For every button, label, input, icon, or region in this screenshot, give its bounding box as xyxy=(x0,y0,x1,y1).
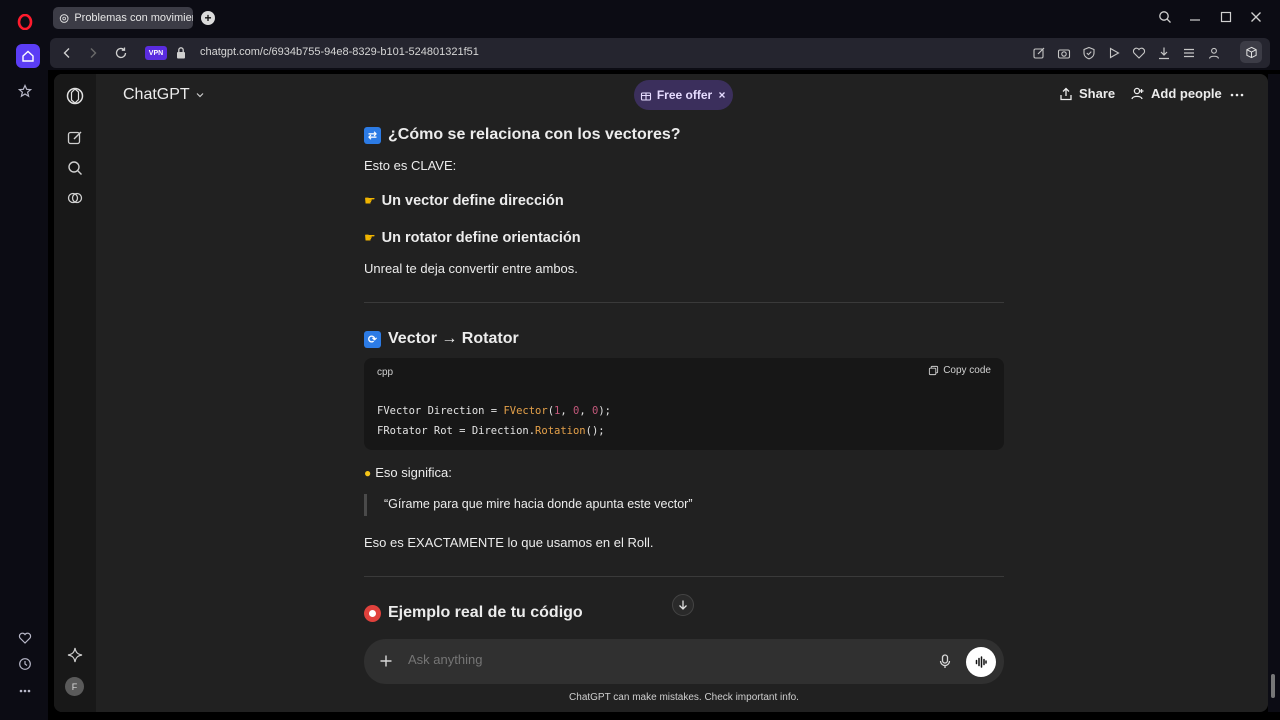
tab-title: Problemas con movimient xyxy=(74,12,193,24)
new-chat-icon[interactable] xyxy=(66,129,84,147)
more-icon[interactable] xyxy=(14,680,36,702)
close-window-icon[interactable] xyxy=(1249,10,1265,26)
quote-bar xyxy=(364,494,367,516)
copy-code-label: Copy code xyxy=(943,365,991,376)
bullet-rotator: ☛ Un rotator define orientación xyxy=(364,230,581,246)
opera-logo-icon[interactable] xyxy=(14,11,36,33)
disclaimer: ChatGPT can make mistakes. Check importa… xyxy=(569,692,799,703)
divider xyxy=(364,302,1004,303)
new-tab-button[interactable]: + xyxy=(201,11,215,25)
reload-icon[interactable] xyxy=(114,46,128,60)
copy-icon xyxy=(929,365,939,376)
copy-code-button[interactable]: Copy code xyxy=(928,365,991,376)
clave-text: Esto es CLAVE: xyxy=(364,158,457,173)
more-options-icon[interactable] xyxy=(1229,87,1245,103)
significa-text: Eso significa: xyxy=(375,465,452,480)
address-bar: VPN chatgpt.com/c/6934b755-94e8-8329-b10… xyxy=(48,36,1280,70)
bullet-rotator-text: Un rotator define orientación xyxy=(381,230,581,246)
heading-vectors-text: ¿Cómo se relaciona con los vectores? xyxy=(388,126,681,143)
prompt-input[interactable] xyxy=(408,652,888,667)
download-icon[interactable] xyxy=(1157,46,1171,60)
back-icon[interactable] xyxy=(60,46,74,60)
code-line-2: FRotator Rot = Direction.Rotation(); xyxy=(377,425,605,437)
chatgpt-favicon-icon xyxy=(59,13,69,23)
app-rail: F xyxy=(54,74,96,712)
add-person-icon xyxy=(1131,87,1144,100)
convert-text: Unreal te deja convertir entre ambos. xyxy=(364,261,578,276)
repeat-icon: ⇄ xyxy=(364,126,381,144)
pointing-hand-icon: ☛ xyxy=(364,193,376,208)
forward-icon[interactable] xyxy=(86,46,100,60)
browser-sidebar xyxy=(0,0,48,720)
chatgpt-page: F ChatGPT Free offer Share Add people ⇄ … xyxy=(54,74,1268,712)
gift-icon xyxy=(640,92,651,101)
heading-example-text: Ejemplo real de tu código xyxy=(388,604,583,621)
bullet-vector: ☛ Un vector define dirección xyxy=(364,193,564,209)
model-selector[interactable]: ChatGPT xyxy=(123,86,206,104)
significa-line: ● Eso significa: xyxy=(364,465,452,480)
chatgpt-logo-icon[interactable] xyxy=(65,86,85,106)
menu-lines-icon[interactable] xyxy=(1182,46,1196,60)
lock-icon[interactable] xyxy=(175,46,187,60)
scroll-down-button[interactable] xyxy=(672,594,694,616)
avatar[interactable]: F xyxy=(65,677,84,696)
scrollbar[interactable] xyxy=(1268,74,1280,712)
address-field: VPN chatgpt.com/c/6934b755-94e8-8329-b10… xyxy=(50,38,1270,68)
chevron-down-icon xyxy=(196,93,204,98)
heading-vectors: ⇄ ¿Cómo se relaciona con los vectores? xyxy=(364,126,681,144)
shield-icon[interactable] xyxy=(1082,46,1096,60)
heading-vector-rotator: ⟳ Vector → Rotator xyxy=(364,330,519,348)
code-language: cpp xyxy=(377,367,394,378)
pointing-hand-icon: ☛ xyxy=(364,230,376,245)
edit-icon[interactable] xyxy=(1032,46,1046,60)
sparkle-icon[interactable] xyxy=(66,646,84,664)
target-icon xyxy=(364,604,381,622)
profile-icon[interactable] xyxy=(1207,46,1221,60)
free-offer-button[interactable]: Free offer xyxy=(634,80,733,110)
quote-text: “Gírame para que mire hacia donde apunta… xyxy=(384,497,693,511)
waveform-icon xyxy=(975,656,987,668)
heading-vector-rotator-text: Vector → Rotator xyxy=(388,330,519,347)
home-icon[interactable] xyxy=(16,44,40,68)
free-offer-label: Free offer xyxy=(656,88,713,102)
cube-icon[interactable] xyxy=(1240,41,1262,63)
share-icon xyxy=(1060,87,1072,100)
arrow-down-icon xyxy=(679,600,687,610)
star-icon[interactable] xyxy=(14,80,36,102)
add-people-button[interactable]: Add people xyxy=(1130,86,1222,101)
camera-icon[interactable] xyxy=(1057,46,1071,60)
play-icon[interactable] xyxy=(1107,46,1121,60)
exactamente-text: Eso es EXACTAMENTE lo que usamos en el R… xyxy=(364,535,654,550)
search-chats-icon[interactable] xyxy=(66,159,84,177)
share-label: Share xyxy=(1079,86,1116,101)
url-text[interactable]: chatgpt.com/c/6934b755-94e8-8329-b101-52… xyxy=(200,46,479,58)
code-line-1: FVector Direction = FVector(1, 0, 0); xyxy=(377,405,611,417)
favorite-icon[interactable] xyxy=(1132,46,1146,60)
search-tabs-icon[interactable] xyxy=(1158,10,1174,26)
maximize-icon[interactable] xyxy=(1219,10,1235,26)
scrollbar-thumb[interactable] xyxy=(1271,674,1275,698)
share-button[interactable]: Share xyxy=(1059,86,1115,101)
tab-bar: Problemas con movimient + xyxy=(48,0,1280,36)
minimize-icon[interactable] xyxy=(1188,10,1204,26)
add-people-label: Add people xyxy=(1151,86,1222,101)
code-block: cpp Copy code FVector Direction = FVecto… xyxy=(364,358,1004,450)
divider xyxy=(364,576,1004,577)
close-icon[interactable] xyxy=(717,90,727,100)
composer xyxy=(364,639,1004,684)
model-name: ChatGPT xyxy=(123,86,190,103)
tab-active[interactable]: Problemas con movimient xyxy=(53,7,193,29)
heading-example: Ejemplo real de tu código xyxy=(364,604,583,622)
heart-icon[interactable] xyxy=(14,627,36,649)
lightbulb-icon: ● xyxy=(364,465,372,480)
library-icon[interactable] xyxy=(66,189,84,207)
microphone-icon[interactable] xyxy=(938,654,952,669)
bullet-vector-text: Un vector define dirección xyxy=(381,193,564,209)
history-icon[interactable] xyxy=(14,653,36,675)
voice-mode-button[interactable] xyxy=(966,647,996,677)
refresh-icon: ⟳ xyxy=(364,330,381,348)
plus-icon[interactable] xyxy=(379,654,393,668)
vpn-badge[interactable]: VPN xyxy=(145,46,167,60)
